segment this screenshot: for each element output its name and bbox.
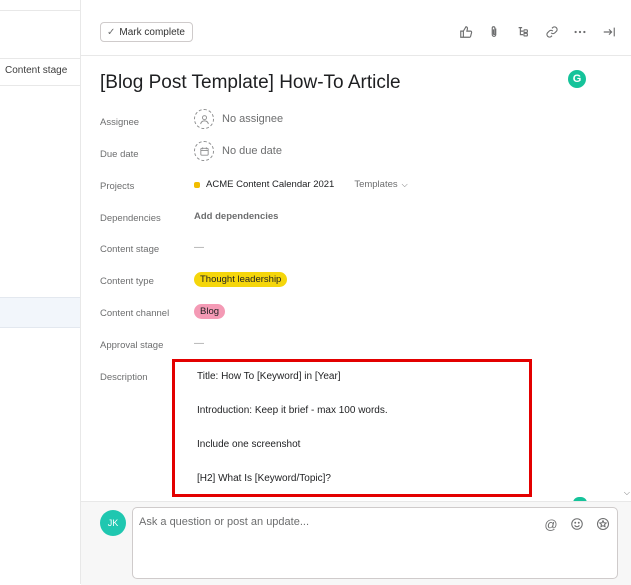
assignee-field[interactable]: No assignee	[194, 109, 283, 129]
add-dependencies-button[interactable]: Add dependencies	[194, 211, 278, 222]
mark-complete-label: Mark complete	[119, 26, 185, 38]
due-date-field[interactable]: No due date	[194, 141, 282, 161]
comment-composer: JK @	[81, 501, 631, 585]
project-section-label: Templates	[354, 179, 398, 190]
mark-complete-button[interactable]: ✓ Mark complete	[100, 22, 193, 42]
content-channel-field[interactable]: Blog	[194, 304, 226, 319]
content-type-pill: Thought leadership	[194, 272, 288, 287]
content-type-label: Content type	[100, 276, 154, 287]
approval-stage-label: Approval stage	[100, 340, 164, 351]
description-line-4[interactable]: [H2] What Is [Keyword/Topic]?	[197, 473, 331, 484]
assignee-value: No assignee	[222, 113, 284, 125]
emoji-icon[interactable]	[569, 516, 585, 532]
description-label: Description	[100, 372, 148, 383]
selected-task-row[interactable]	[0, 297, 80, 328]
scrollbar-arrow-icon[interactable]: ⌵	[624, 488, 630, 498]
list-topbar	[0, 0, 80, 11]
attachment-icon[interactable]	[486, 24, 502, 40]
description-line-3[interactable]: Include one screenshot	[197, 439, 300, 450]
close-pane-icon[interactable]	[601, 24, 617, 40]
comment-box[interactable]: @	[132, 507, 618, 579]
project-name-link[interactable]: ACME Content Calendar 2021	[206, 179, 334, 190]
content-type-field[interactable]: Thought leadership	[194, 272, 288, 287]
content-stage-value: —	[194, 242, 204, 253]
checkmark-icon: ✓	[107, 26, 116, 38]
link-icon[interactable]	[544, 24, 560, 40]
user-icon	[194, 109, 214, 129]
grammarly-icon[interactable]: G	[568, 70, 586, 88]
column-header-content-stage[interactable]: Content stage	[5, 65, 67, 76]
comment-input[interactable]	[139, 516, 529, 528]
more-icon[interactable]	[572, 24, 588, 40]
description-line-1[interactable]: Title: How To [Keyword] in [Year]	[197, 371, 341, 382]
content-channel-pill: Blog	[194, 304, 226, 319]
subtasks-icon[interactable]	[515, 24, 531, 40]
approval-stage-value: —	[194, 338, 204, 349]
dependencies-label: Dependencies	[100, 213, 161, 224]
mention-icon[interactable]: @	[543, 516, 559, 532]
due-date-label: Due date	[100, 149, 139, 160]
description-line-2[interactable]: Introduction: Keep it brief - max 100 wo…	[197, 405, 388, 416]
task-detail-panel: ✓ Mark complete [Blog Post Template] How…	[81, 0, 631, 585]
assignee-label: Assignee	[100, 117, 140, 128]
content-stage-field[interactable]: —	[194, 242, 204, 253]
thumbs-up-icon[interactable]	[458, 24, 474, 40]
projects-field: ACME Content Calendar 2021 Templates ⌵	[194, 179, 408, 190]
chevron-down-icon: ⌵	[401, 179, 408, 189]
approval-stage-field[interactable]: —	[194, 338, 204, 349]
dependencies-field[interactable]: Add dependencies	[194, 211, 278, 222]
project-section-dropdown[interactable]: Templates ⌵	[354, 179, 407, 190]
projects-label: Projects	[100, 181, 135, 192]
task-toolbar: ✓ Mark complete	[81, 10, 631, 56]
avatar[interactable]: JK	[100, 510, 126, 536]
content-channel-label: Content channel	[100, 308, 170, 319]
star-icon[interactable]	[595, 516, 611, 532]
task-title[interactable]: [Blog Post Template] How-To Article	[100, 72, 401, 94]
project-color-dot	[194, 181, 200, 188]
due-date-value: No due date	[222, 145, 282, 157]
list-column-header[interactable]: Content stage	[0, 58, 80, 86]
calendar-icon	[194, 141, 214, 161]
content-stage-label: Content stage	[100, 244, 160, 255]
task-list-pane: Content stage	[0, 0, 81, 584]
